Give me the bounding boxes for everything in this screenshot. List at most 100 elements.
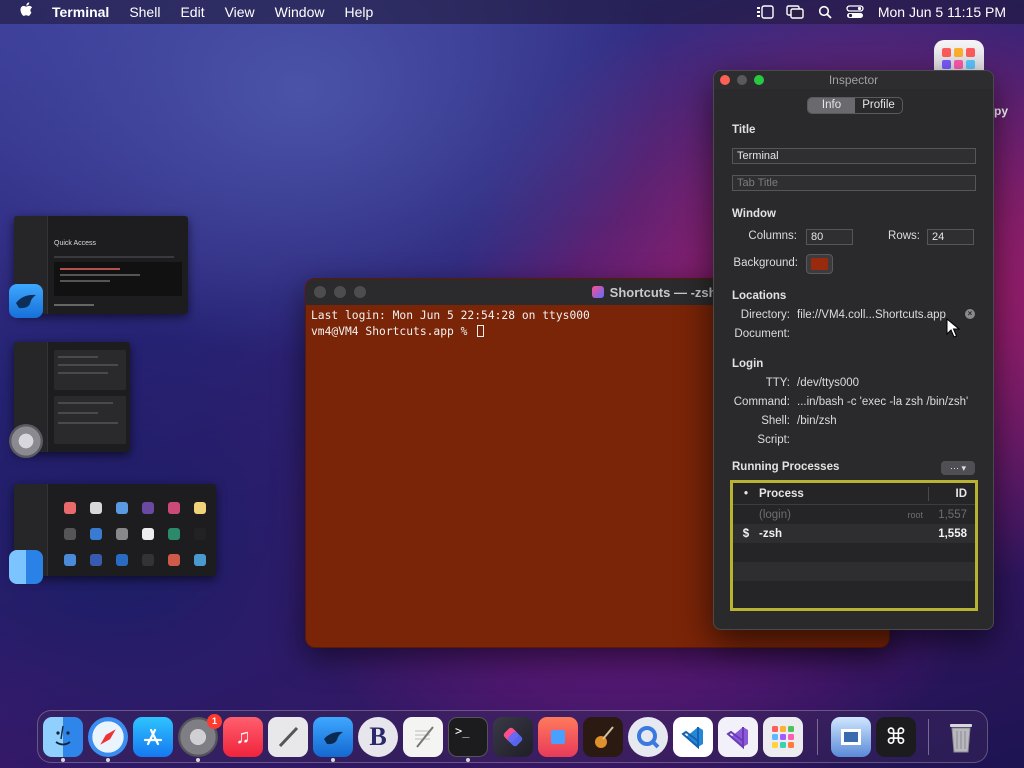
app-store-icon[interactable] [133, 717, 173, 757]
search-icon[interactable] [810, 0, 840, 24]
running-indicator [106, 758, 110, 762]
dock: 1 ♫ B >_ ⌘ [37, 710, 988, 763]
notification-badge: 1 [207, 714, 222, 729]
shortcuts-folder-icon [591, 286, 604, 298]
process-id: 1,558 [938, 527, 967, 540]
running-indicator [196, 758, 200, 762]
dock-divider [817, 719, 818, 755]
menu-help[interactable]: Help [334, 0, 383, 24]
music-icon[interactable]: ♫ [223, 717, 263, 757]
minimize-button[interactable] [737, 75, 747, 85]
bbedit-icon[interactable]: B [358, 717, 398, 757]
menu-window[interactable]: Window [265, 0, 335, 24]
shortcuts-icon[interactable] [493, 717, 533, 757]
safari-icon[interactable] [88, 717, 128, 757]
preview-icon[interactable] [831, 717, 871, 757]
processes-section-heading: Running Processes [732, 461, 840, 473]
rows-label: Rows: [888, 230, 920, 242]
rows-input[interactable]: 24 [927, 229, 974, 245]
background-color-swatch [811, 258, 828, 270]
script-editor-icon[interactable] [268, 717, 308, 757]
close-button[interactable] [314, 286, 326, 298]
column-process[interactable]: Process [759, 488, 928, 500]
menu-edit[interactable]: Edit [170, 0, 214, 24]
empty-row [733, 562, 975, 581]
minimize-button[interactable] [334, 286, 346, 298]
system-settings-app-icon [9, 424, 43, 458]
menu-clock[interactable]: Mon Jun 5 11:15 PM [870, 4, 1006, 20]
document-label: Document: [734, 328, 790, 340]
menu-view[interactable]: View [215, 0, 265, 24]
photo-booth-icon[interactable] [538, 717, 578, 757]
columns-label: Columns: [748, 230, 797, 242]
zoom-button[interactable] [754, 75, 764, 85]
textedit-icon[interactable] [403, 717, 443, 757]
trash-icon[interactable] [941, 717, 981, 757]
inspector-tab-control: Info Profile [807, 97, 903, 114]
column-id[interactable]: ID [929, 488, 975, 500]
thumb-title: Quick Access [54, 240, 97, 247]
shortcuts-desktop-icon[interactable] [934, 40, 984, 72]
desktop-file-label: py [994, 104, 1009, 118]
clear-directory-icon[interactable]: × [965, 309, 975, 319]
keyboard-icon[interactable]: ⌘ [876, 717, 916, 757]
process-name: (login) [759, 508, 791, 521]
tty-label: TTY: [765, 377, 790, 389]
visual-studio-icon[interactable] [718, 717, 758, 757]
title-section-heading: Title [732, 124, 756, 136]
menu-app-name[interactable]: Terminal [52, 0, 119, 24]
finder-icon[interactable] [43, 717, 83, 757]
command-value: ...in/bash -c 'exec -la zsh /bin/zsh' [797, 396, 969, 408]
menu-bar: Terminal Shell Edit View Window Help Mon… [0, 0, 1024, 24]
control-center-icon[interactable] [840, 0, 870, 24]
zoom-button[interactable] [354, 286, 366, 298]
launchpad-icon[interactable] [763, 717, 803, 757]
apple-menu-icon[interactable] [0, 2, 52, 22]
process-action-menu-icon[interactable]: ⋯ ▾ [941, 461, 975, 475]
vscode-icon[interactable] [673, 717, 713, 757]
process-table[interactable]: • Process ID (login) root 1,557 $ -zsh 1… [730, 480, 978, 611]
process-id: 1,557 [938, 508, 967, 521]
directory-label: Directory: [740, 309, 790, 321]
running-indicator [61, 758, 65, 762]
inspector-window[interactable]: Inspector Info Profile Title Terminal Ta… [713, 70, 994, 630]
terminal-prompt: vm4@VM4 Shortcuts.app % [311, 325, 475, 338]
background-label: Background: [733, 257, 798, 269]
empty-row [733, 581, 975, 600]
stage-thumb-finder[interactable] [14, 484, 216, 576]
title-input[interactable]: Terminal [732, 148, 976, 164]
login-section-heading: Login [732, 358, 764, 370]
shell-value: /bin/zsh [797, 415, 837, 427]
menu-shell[interactable]: Shell [119, 0, 170, 24]
directory-value[interactable]: file://VM4.coll...Shortcuts.app [797, 309, 946, 321]
tab-info[interactable]: Info [808, 98, 855, 113]
system-settings-icon[interactable]: 1 [178, 714, 222, 757]
tab-profile[interactable]: Profile [855, 98, 902, 113]
process-flag: $ [742, 527, 750, 540]
tty-value: /dev/ttys000 [797, 377, 860, 389]
traffic-lights [314, 286, 366, 298]
column-flag[interactable]: • [733, 488, 759, 500]
screen-mirroring-icon[interactable] [780, 0, 810, 24]
terminal-icon[interactable]: >_ [448, 717, 488, 757]
stage-manager-icon[interactable] [750, 0, 780, 24]
swift-icon[interactable] [313, 717, 353, 757]
traffic-lights [720, 75, 764, 85]
running-indicator [331, 758, 335, 762]
background-color-well[interactable] [806, 254, 833, 274]
quicktime-icon[interactable] [628, 717, 668, 757]
process-user: root [907, 509, 923, 520]
table-row[interactable]: (login) root 1,557 [733, 505, 975, 524]
process-name: -zsh [759, 527, 782, 540]
table-row[interactable]: $ -zsh 1,558 [733, 524, 975, 543]
process-table-header: • Process ID [733, 483, 975, 505]
close-button[interactable] [720, 75, 730, 85]
columns-input[interactable]: 80 [806, 229, 853, 245]
locations-section-heading: Locations [732, 290, 787, 302]
inspector-titlebar[interactable]: Inspector [714, 71, 993, 89]
window-section-heading: Window [732, 208, 776, 220]
finder-app-icon [9, 550, 43, 584]
tab-title-input[interactable]: Tab Title [732, 175, 976, 191]
garageband-icon[interactable] [583, 717, 623, 757]
shell-label: Shell: [761, 415, 790, 427]
